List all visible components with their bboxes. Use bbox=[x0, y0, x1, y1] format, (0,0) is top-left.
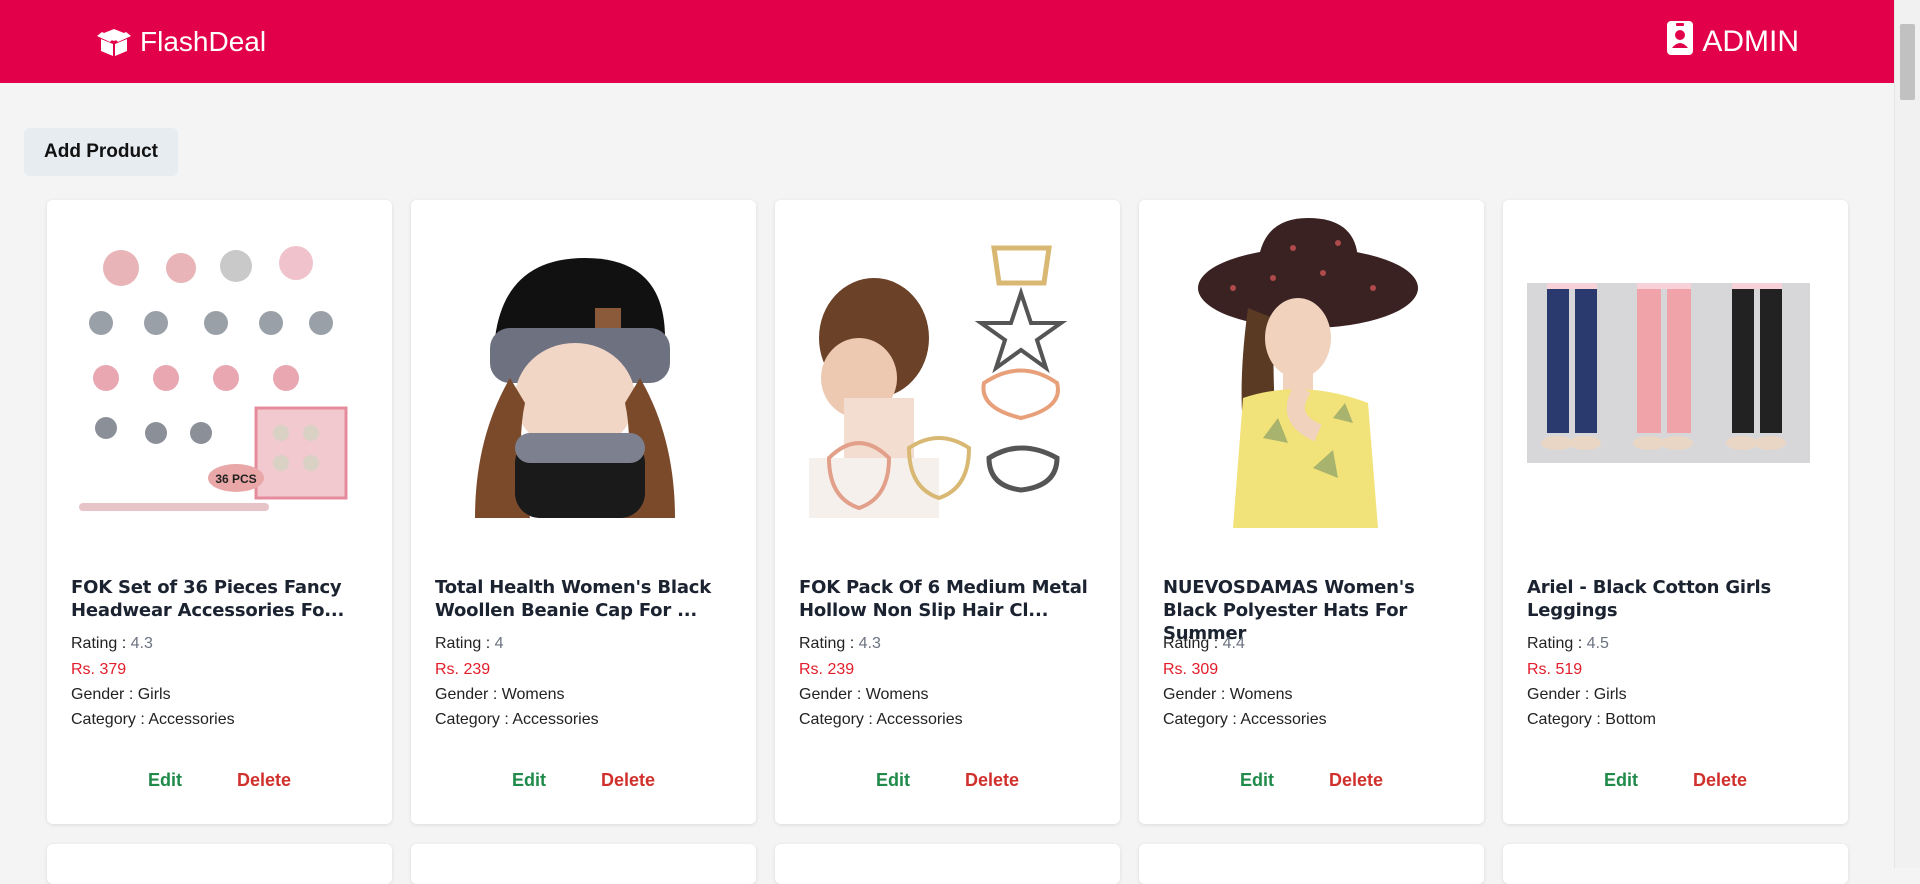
card-actions: Edit Delete bbox=[411, 770, 756, 791]
scrollbar[interactable] bbox=[1894, 0, 1920, 868]
delete-button[interactable]: Delete bbox=[965, 770, 1019, 791]
product-rating: Rating : 4.3 bbox=[799, 635, 881, 652]
edit-button[interactable]: Edit bbox=[1240, 770, 1274, 791]
product-name: Ariel - Black Cotton Girls Leggings bbox=[1527, 577, 1772, 621]
product-category: Category : Accessories bbox=[799, 711, 963, 728]
brand[interactable]: FlashDeal bbox=[96, 22, 266, 62]
delete-button[interactable]: Delete bbox=[1329, 770, 1383, 791]
product-gender: Gender : Womens bbox=[435, 686, 565, 703]
add-product-button[interactable]: Add Product bbox=[24, 128, 178, 176]
delete-button[interactable]: Delete bbox=[601, 770, 655, 791]
card-actions: Edit Delete bbox=[775, 770, 1120, 791]
product-card-partial bbox=[1139, 844, 1484, 884]
product-price: Rs. 379 bbox=[71, 661, 127, 678]
product-card-partial bbox=[47, 844, 392, 884]
product-card: NUEVOSDAMAS Women's Black Polyester Hats… bbox=[1139, 200, 1484, 824]
product-card-partial bbox=[1503, 844, 1848, 884]
product-category: Category : Accessories bbox=[1163, 711, 1327, 728]
edit-button[interactable]: Edit bbox=[1604, 770, 1638, 791]
card-actions: Edit Delete bbox=[47, 770, 392, 791]
product-image[interactable]: 36 PCS bbox=[71, 228, 354, 518]
product-gender: Gender : Girls bbox=[71, 686, 171, 703]
product-name: Total Health Women's Black Woollen Beani… bbox=[435, 577, 712, 621]
product-card-partial bbox=[775, 844, 1120, 884]
box-open-icon bbox=[96, 27, 132, 57]
product-name: FOK Set of 36 Pieces Fancy Headwear Acce… bbox=[71, 577, 345, 621]
delete-button[interactable]: Delete bbox=[237, 770, 291, 791]
product-price: Rs. 239 bbox=[799, 661, 855, 678]
product-category: Category : Accessories bbox=[435, 711, 599, 728]
product-price: Rs. 519 bbox=[1527, 661, 1583, 678]
product-rating: Rating : 4.5 bbox=[1527, 635, 1609, 652]
product-image[interactable] bbox=[1163, 218, 1446, 528]
product-image[interactable] bbox=[799, 228, 1082, 518]
delete-button[interactable]: Delete bbox=[1693, 770, 1747, 791]
product-image[interactable] bbox=[435, 228, 718, 518]
edit-button[interactable]: Edit bbox=[876, 770, 910, 791]
product-rating: Rating : 4.4 bbox=[1163, 635, 1245, 652]
edit-button[interactable]: Edit bbox=[148, 770, 182, 791]
product-rating: Rating : 4.3 bbox=[71, 635, 153, 652]
product-gender: Gender : Womens bbox=[799, 686, 929, 703]
product-category: Category : Accessories bbox=[71, 711, 235, 728]
pieces-badge: 36 PCS bbox=[215, 472, 256, 486]
product-rating: Rating : 4 bbox=[435, 635, 504, 652]
id-badge-icon bbox=[1666, 20, 1694, 64]
product-card: FOK Pack Of 6 Medium Metal Hollow Non Sl… bbox=[775, 200, 1120, 824]
card-actions: Edit Delete bbox=[1503, 770, 1848, 791]
product-card: Ariel - Black Cotton Girls Leggings Rati… bbox=[1503, 200, 1848, 824]
brand-name: FlashDeal bbox=[140, 26, 267, 57]
edit-button[interactable]: Edit bbox=[512, 770, 546, 791]
product-price: Rs. 239 bbox=[435, 661, 491, 678]
product-gender: Gender : Girls bbox=[1527, 686, 1627, 703]
product-price: Rs. 309 bbox=[1163, 661, 1219, 678]
admin-label: ADMIN bbox=[1702, 25, 1799, 58]
top-navbar: FlashDeal ADMIN bbox=[0, 0, 1895, 83]
product-grid: 36 PCS FOK Set of 36 Pieces Fancy Headwe… bbox=[47, 200, 1848, 884]
product-card: Total Health Women's Black Woollen Beani… bbox=[411, 200, 756, 824]
product-card: 36 PCS FOK Set of 36 Pieces Fancy Headwe… bbox=[47, 200, 392, 824]
scrollbar-thumb[interactable] bbox=[1900, 24, 1915, 100]
product-name: FOK Pack Of 6 Medium Metal Hollow Non Sl… bbox=[799, 577, 1088, 621]
admin-profile[interactable]: ADMIN bbox=[1666, 20, 1799, 64]
product-gender: Gender : Womens bbox=[1163, 686, 1293, 703]
card-actions: Edit Delete bbox=[1139, 770, 1484, 791]
product-image[interactable] bbox=[1527, 228, 1810, 518]
product-card-partial bbox=[411, 844, 756, 884]
product-category: Category : Bottom bbox=[1527, 711, 1656, 728]
